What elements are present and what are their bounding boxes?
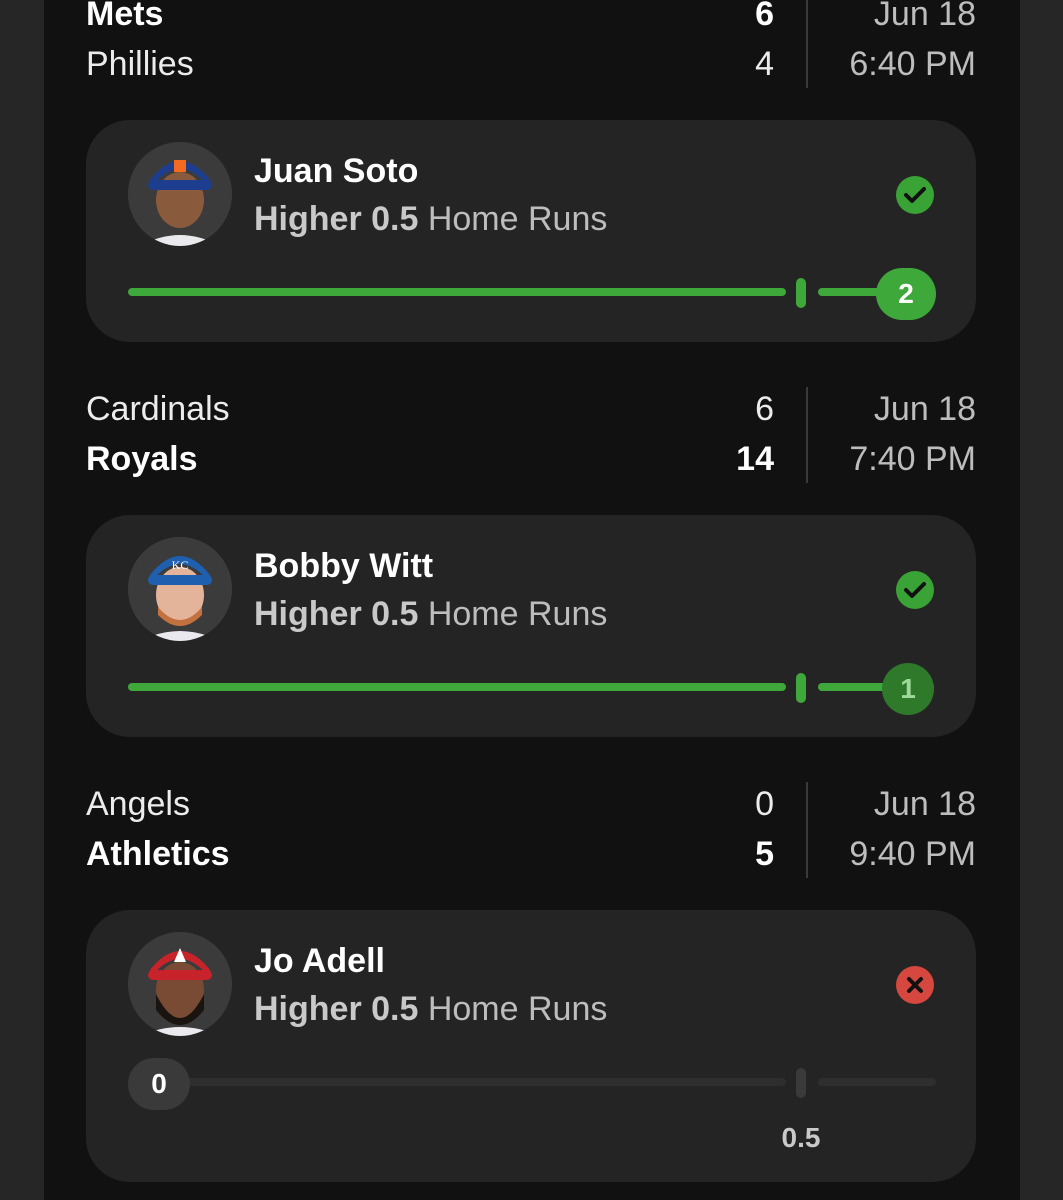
team-score: 6 [755, 390, 774, 428]
team-score: 0 [755, 785, 774, 823]
pick-card-jo-adell[interactable]: Jo Adell Higher 0.5 Home Runs 0 0.5 [86, 910, 976, 1182]
pick-stat: Home Runs [427, 595, 608, 633]
pick-card-juan-soto[interactable]: Juan Soto Higher 0.5 Home Runs 2 [86, 120, 976, 342]
progress-track [128, 1078, 786, 1086]
pick-line: Higher 0.5 Home Runs [254, 200, 607, 239]
progress-track [128, 683, 786, 691]
team-score: 4 [755, 45, 774, 83]
x-circle-icon [896, 966, 934, 1004]
game-date: Jun 18 [873, 390, 976, 428]
game-date: Jun 18 [873, 0, 976, 33]
line-marker [796, 1068, 806, 1098]
team-name: Cardinals [86, 390, 230, 428]
avatar [128, 142, 232, 246]
divider [806, 782, 808, 878]
line-label: 0.5 [781, 1122, 821, 1153]
pick-direction: Higher 0.5 [254, 200, 419, 238]
team-name: Mets [86, 0, 164, 33]
pick-line: Higher 0.5 Home Runs [254, 595, 607, 634]
game-time: 9:40 PM [849, 835, 976, 873]
pick-card-bobby-witt[interactable]: KC Bobby Witt Higher 0.5 Home Runs 1 [86, 515, 976, 737]
result-bubble: 2 [876, 268, 936, 320]
team-score: 6 [755, 0, 774, 33]
divider [806, 0, 808, 88]
avatar: KC [128, 537, 232, 641]
player-name: Juan Soto [254, 152, 419, 190]
player-name: Bobby Witt [254, 547, 434, 585]
result-bubble: 1 [882, 663, 934, 715]
game-date: Jun 18 [873, 785, 976, 823]
team-name: Phillies [86, 45, 194, 83]
team-name: Royals [86, 440, 198, 478]
team-name: Athletics [86, 835, 230, 873]
pick-stat: Home Runs [427, 200, 608, 238]
pick-line: Higher 0.5 Home Runs [254, 990, 607, 1029]
pick-direction: Higher 0.5 [254, 595, 419, 633]
game-time: 7:40 PM [849, 440, 976, 478]
team-score: 14 [736, 440, 774, 478]
game-row-angels-athletics[interactable]: Angels 0 Athletics 5 Jun 18 9:40 PM [86, 780, 976, 880]
team-score: 5 [755, 835, 774, 873]
game-row-mets-phillies[interactable]: Mets 6 Phillies 4 Jun 18 6:40 PM [86, 0, 976, 90]
game-row-cardinals-royals[interactable]: Cardinals 6 Royals 14 Jun 18 7:40 PM [86, 385, 976, 485]
progress-track-over [818, 1078, 936, 1086]
check-circle-icon [896, 571, 934, 609]
divider [806, 387, 808, 483]
svg-text:KC: KC [172, 558, 189, 572]
progress-track [128, 288, 786, 296]
avatar [128, 932, 232, 1036]
pick-stat: Home Runs [427, 990, 608, 1028]
result-bubble: 0 [128, 1058, 190, 1110]
player-name: Jo Adell [254, 942, 385, 980]
game-time: 6:40 PM [849, 45, 976, 83]
team-name: Angels [86, 785, 190, 823]
check-circle-icon [896, 176, 934, 214]
pick-direction: Higher 0.5 [254, 990, 419, 1028]
line-marker [796, 673, 806, 703]
line-marker [796, 278, 806, 308]
